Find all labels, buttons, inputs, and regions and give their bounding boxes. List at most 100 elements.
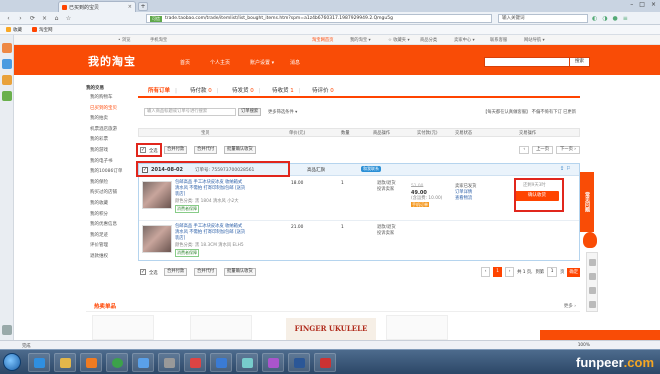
merge-proxy-pay-button[interactable]: 合并代付 <box>194 268 218 276</box>
complain-link[interactable]: 投诉卖家 <box>377 187 396 193</box>
sidebar-item[interactable]: 我的收藏 <box>90 200 132 206</box>
site-bar-link[interactable]: 商品分类 <box>420 37 437 43</box>
sidebar-item[interactable]: 退款维权 <box>90 253 132 259</box>
prev-page-button[interactable]: 上一页 <box>532 146 554 154</box>
dock-app-icon[interactable] <box>2 91 12 101</box>
browser-search-input[interactable]: 输入关键词 <box>498 14 588 23</box>
header-nav-messages[interactable]: 消息 <box>290 59 300 66</box>
share-flag-icon[interactable]: ⇪ ⚐ <box>560 166 571 172</box>
toolbar-icon[interactable] <box>589 301 596 308</box>
sidebar-item[interactable]: 我的积分 <box>90 211 132 217</box>
batch-confirm-button[interactable]: 批量确认收货 <box>224 268 256 276</box>
taskbar-browser-icon[interactable] <box>106 353 128 372</box>
order-search-button[interactable]: 订单搜索 <box>238 108 262 116</box>
bookmark-favorites[interactable]: 收藏 <box>6 27 22 33</box>
site-bar-link[interactable]: 我的淘宝 ▾ <box>350 37 371 43</box>
toolbar-icon[interactable] <box>589 287 596 294</box>
address-bar[interactable]: 可信 trade.taobao.com/trade/itemlist/list_… <box>146 14 492 23</box>
contact-seller-button[interactable]: 和我联系 <box>361 166 381 172</box>
taskbar-app-icon[interactable] <box>184 353 206 372</box>
order-search-input[interactable]: 输入商品标题或订单号进行搜索 <box>144 108 236 116</box>
stop-icon[interactable]: × <box>40 14 49 23</box>
browser-tab[interactable]: 已买到的宝贝 × <box>58 1 136 12</box>
header-nav-settings[interactable]: 账户设置 ▾ <box>250 59 274 66</box>
product-title[interactable]: 包邮高品 手工冰块皮冰皮 收纳箱式 清水风 不需拍 打寄印制加包邮 [送货装店] <box>175 180 247 198</box>
site-bar-link[interactable]: • 浏览 <box>118 37 131 43</box>
sidebar-item[interactable]: 我的游戏 <box>90 147 132 153</box>
site-bar-link[interactable]: ☆ 收藏夹 ▾ <box>388 37 410 43</box>
prev-page-button[interactable]: ‹ <box>481 267 491 277</box>
taskbar-app-icon[interactable] <box>132 353 154 372</box>
dock-app-icon[interactable] <box>2 59 12 69</box>
taskbar-app-icon[interactable] <box>314 353 336 372</box>
goto-confirm-button[interactable]: 确定 <box>567 267 580 277</box>
header-search-input[interactable] <box>484 57 570 67</box>
extension-icon[interactable]: ◐ <box>592 15 597 22</box>
next-page-button[interactable]: 下一页 › <box>556 146 580 154</box>
tab-pending-payment[interactable]: 待付款 0 | <box>190 86 219 94</box>
hot-item-card[interactable] <box>92 315 154 340</box>
back-icon[interactable]: ‹ <box>4 14 13 23</box>
tab-all-orders[interactable]: 所有订单 | <box>148 86 177 94</box>
site-bar-link[interactable]: 淘宝网首页 <box>312 37 333 43</box>
taskbar-app-icon[interactable] <box>288 353 310 372</box>
sidebar-item[interactable]: 我的保险 <box>90 179 132 185</box>
faq-tab[interactable]: 常见问题 <box>580 172 594 232</box>
product-thumbnail[interactable] <box>142 181 172 209</box>
header-nav-profile[interactable]: 个人主页 <box>210 59 230 66</box>
select-all-checkbox[interactable]: ✓ <box>140 269 146 275</box>
sidebar-item[interactable]: 我的10086订单 <box>90 168 132 174</box>
sidebar-item[interactable]: 我的足迹 <box>90 232 132 238</box>
sidebar-item[interactable]: 已买到的宝贝 <box>90 105 132 111</box>
sidebar-item[interactable]: 购买过的店铺 <box>90 189 132 195</box>
hot-item-card[interactable] <box>386 315 448 340</box>
more-filters-toggle[interactable]: 更多筛选条件 ▾ <box>268 109 297 115</box>
hot-item-card[interactable] <box>190 315 252 340</box>
start-button[interactable] <box>3 353 21 371</box>
logistics-link[interactable]: 查看物流 <box>455 196 476 202</box>
taskbar-media-icon[interactable] <box>80 353 102 372</box>
tab-pending-review[interactable]: 待评价 0 <box>312 86 334 94</box>
hot-items-more-link[interactable]: 更多 › <box>564 303 576 309</box>
site-bar-link[interactable]: 联系客服 <box>490 37 507 43</box>
next-page-button[interactable]: › <box>505 267 515 277</box>
extension-icon[interactable]: ◑ <box>602 15 607 22</box>
close-window-button[interactable]: × <box>651 1 656 8</box>
merge-pay-button[interactable]: 合并付款 <box>164 268 188 276</box>
menu-icon[interactable]: ≡ <box>623 15 628 22</box>
site-bar-link[interactable]: 手机淘宝 <box>150 37 167 43</box>
sidebar-item[interactable]: 我的拍卖 <box>90 115 132 121</box>
mascot-icon[interactable] <box>583 232 597 248</box>
sidebar-item[interactable]: 评价管理 <box>90 242 132 248</box>
page-number-input[interactable]: 1 <box>547 267 558 277</box>
dock-app-icon[interactable] <box>2 75 12 85</box>
batch-confirm-button[interactable]: 批量确认收货 <box>224 146 256 154</box>
toolbar-icon[interactable] <box>589 259 596 266</box>
sidebar-item[interactable]: 我的购物车 <box>90 94 132 100</box>
taskbar-app-icon[interactable] <box>210 353 232 372</box>
zoom-level[interactable]: 100% <box>578 343 590 348</box>
complain-link[interactable]: 投诉卖家 <box>377 231 396 237</box>
product-title[interactable]: 包邮高品 手工冰块皮冰皮 收纳箱式 清水风 不需拍 打寄印制加包邮 [送货装店] <box>175 224 247 242</box>
tab-pending-receipt[interactable]: 待收货 1 | <box>272 86 301 94</box>
taskbar-app-icon[interactable] <box>236 353 258 372</box>
current-page-button[interactable]: 1 <box>493 267 503 277</box>
taskbar-ie-icon[interactable] <box>28 353 50 372</box>
toolbar-icon[interactable] <box>589 273 596 280</box>
sidebar-item[interactable]: 我的电子书 <box>90 158 132 164</box>
dock-app-icon[interactable] <box>2 43 12 53</box>
my-taobao-logo[interactable]: 我的淘宝 <box>88 53 136 69</box>
sidebar-item[interactable]: 我的优惠信息 <box>90 221 132 227</box>
new-tab-button[interactable]: + <box>138 2 148 11</box>
sidebar-item[interactable]: 机票酒店旅游 <box>90 126 132 132</box>
extension-icon[interactable]: ● <box>613 15 618 22</box>
taskbar-app-icon[interactable] <box>262 353 284 372</box>
merge-proxy-pay-button[interactable]: 合并代付 <box>194 146 218 154</box>
shop-name[interactable]: 高品汇旗 <box>307 167 325 173</box>
bookmark-taobao[interactable]: 淘宝网 <box>32 27 53 33</box>
merge-pay-button[interactable]: 合并付款 <box>164 146 188 154</box>
minimize-button[interactable]: – <box>630 1 633 8</box>
dock-settings-icon[interactable] <box>2 325 12 335</box>
site-bar-link[interactable]: 网站导航 ▾ <box>524 37 545 43</box>
taskbar-app-icon[interactable] <box>158 353 180 372</box>
